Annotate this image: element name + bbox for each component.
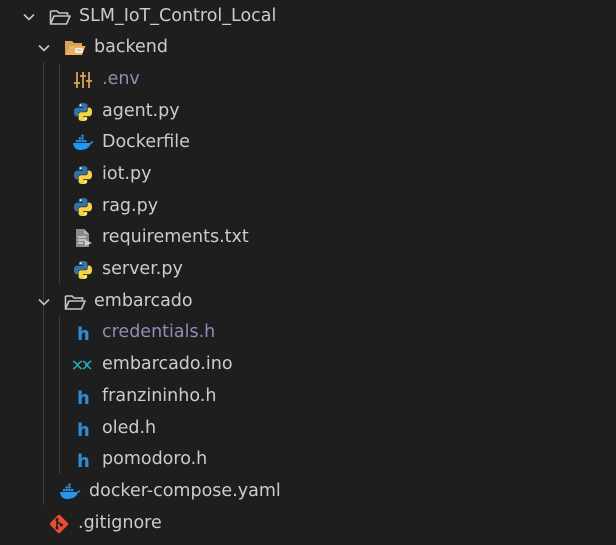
c-header-icon: h (72, 322, 94, 344)
file-label: .env (102, 69, 140, 89)
docker-icon (59, 481, 81, 503)
python-icon (72, 196, 94, 218)
python-icon (72, 164, 94, 186)
folder-label: embarcado (94, 291, 193, 311)
file-label: .gitignore (78, 513, 162, 533)
file-label: requirements.txt (102, 227, 249, 247)
tree-file-requirements-txt[interactable]: requirements.txt (0, 222, 616, 253)
folder-open-icon (49, 6, 71, 28)
tree-file-agent-py[interactable]: agent.py (0, 96, 616, 127)
file-label: credentials.h (102, 322, 216, 342)
tree-file-credentials-h[interactable]: h credentials.h (0, 317, 616, 348)
chevron-down-icon[interactable] (20, 8, 38, 26)
file-label: franzininho.h (102, 386, 217, 406)
c-header-icon: h (72, 418, 94, 440)
file-explorer: SLM_IoT_Control_Local backend .env agent… (0, 0, 616, 545)
tree-file-server-py[interactable]: server.py (0, 254, 616, 285)
tree-file-pomodoro-h[interactable]: h pomodoro.h (0, 444, 616, 475)
folder-label: backend (94, 37, 168, 57)
tree-file-oled-h[interactable]: h oled.h (0, 413, 616, 444)
tree-file-franzininho-h[interactable]: h franzininho.h (0, 381, 616, 412)
chevron-down-icon[interactable] (35, 293, 53, 311)
svg-text:h: h (77, 420, 90, 439)
chevron-down-icon[interactable] (35, 39, 53, 57)
python-icon (72, 101, 94, 123)
file-label: embarcado.ino (102, 354, 233, 374)
file-label: rag.py (102, 196, 159, 216)
arduino-icon (72, 354, 94, 376)
file-label: iot.py (102, 164, 152, 184)
tree-folder-embarcado[interactable]: embarcado (0, 286, 616, 317)
tree-folder-root[interactable]: SLM_IoT_Control_Local (0, 1, 616, 32)
svg-text:h: h (77, 451, 90, 470)
folder-open-icon (64, 291, 86, 313)
tree-folder-backend[interactable]: backend (0, 32, 616, 63)
tree-file-dockerfile[interactable]: Dockerfile (0, 127, 616, 158)
folder-open-backend-icon (64, 37, 86, 59)
python-icon (72, 259, 94, 281)
tree-file-rag-py[interactable]: rag.py (0, 191, 616, 222)
docker-icon (72, 132, 94, 154)
tree-file-embarcado-ino[interactable]: embarcado.ino (0, 349, 616, 380)
file-label: docker-compose.yaml (89, 481, 281, 501)
file-label: agent.py (102, 101, 180, 121)
file-label: server.py (102, 259, 183, 279)
tree-file-env[interactable]: .env (0, 64, 616, 95)
file-label: oled.h (102, 418, 157, 438)
file-label: pomodoro.h (102, 449, 208, 469)
c-header-icon: h (72, 386, 94, 408)
svg-text:h: h (77, 324, 90, 343)
tree-file-docker-compose-yaml[interactable]: docker-compose.yaml (0, 476, 616, 507)
tree-file-gitignore[interactable]: .gitignore (0, 508, 616, 539)
svg-text:h: h (77, 388, 90, 407)
file-label: Dockerfile (102, 132, 190, 152)
c-header-icon: h (72, 449, 94, 471)
git-icon (48, 513, 70, 535)
folder-label: SLM_IoT_Control_Local (79, 6, 277, 26)
env-settings-icon (72, 69, 94, 91)
tree-file-iot-py[interactable]: iot.py (0, 159, 616, 190)
text-file-icon (72, 227, 94, 249)
